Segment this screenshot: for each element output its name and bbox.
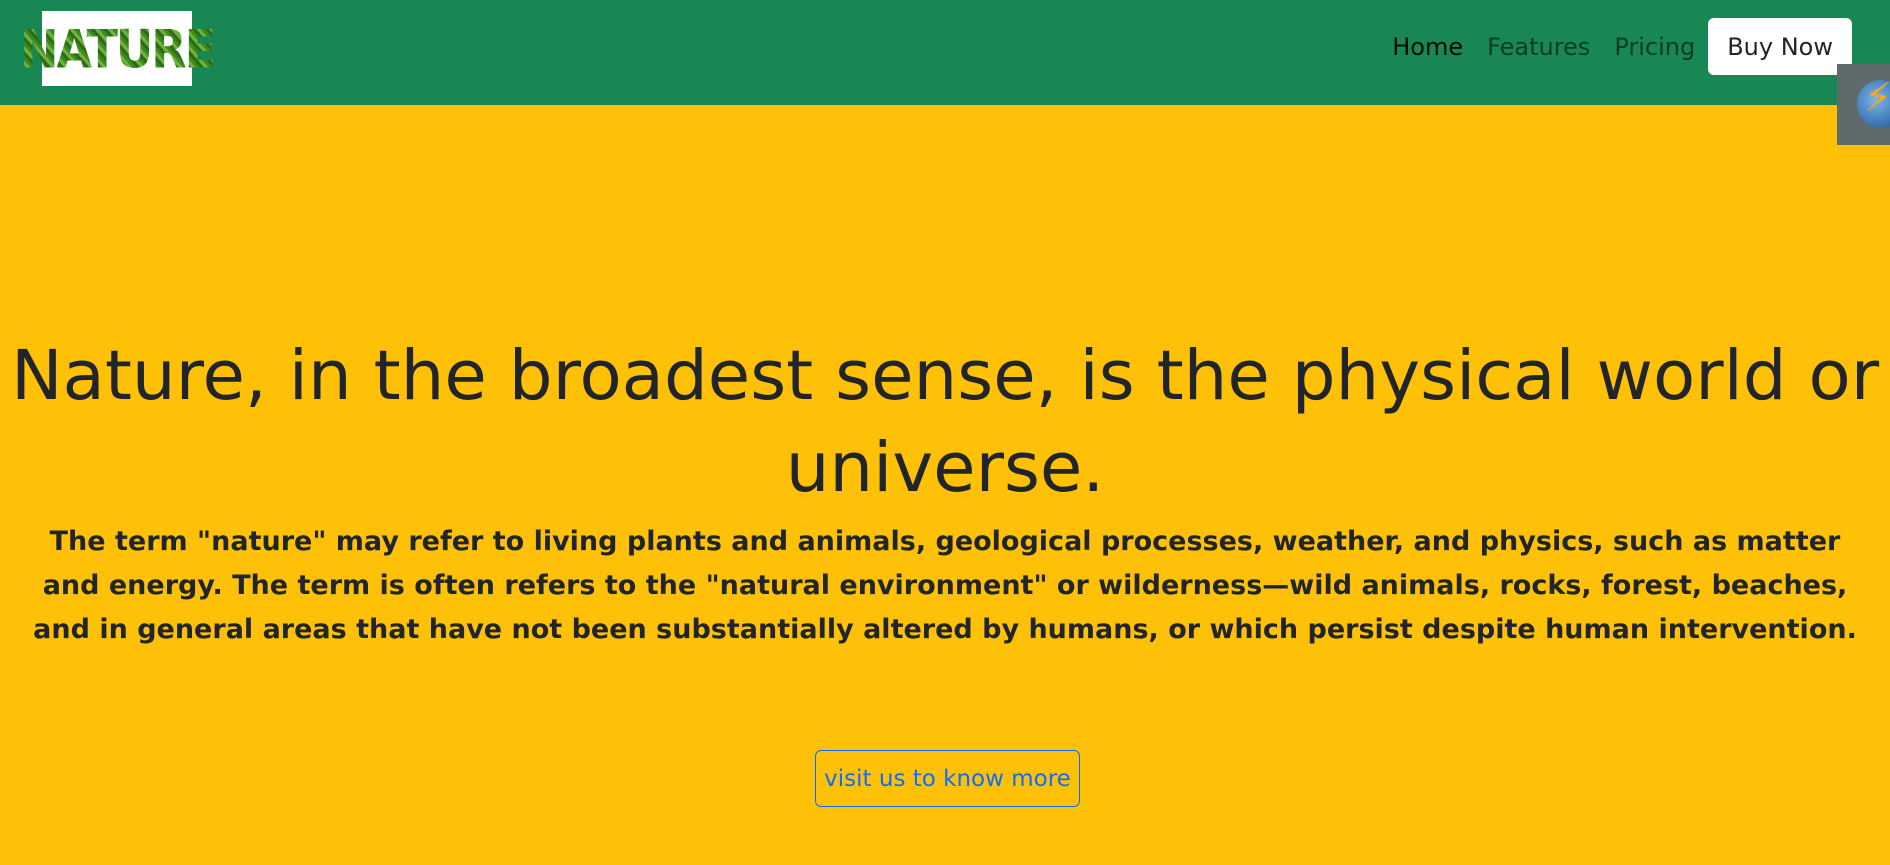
- lightning-icon: ⚡: [1864, 75, 1890, 121]
- hero-description: The term "nature" may refer to living pl…: [33, 526, 1857, 645]
- extension-widget[interactable]: ⚡: [1837, 64, 1890, 145]
- nav-link-features[interactable]: Features: [1475, 33, 1602, 61]
- nature-logo[interactable]: NATURE: [20, 11, 216, 86]
- nav-link-pricing[interactable]: Pricing: [1602, 33, 1707, 61]
- nav-link-home[interactable]: Home: [1380, 33, 1475, 61]
- visit-us-button[interactable]: visit us to know more: [815, 750, 1080, 807]
- hero-title: Nature, in the broadest sense, is the ph…: [10, 336, 1880, 508]
- logo-text: NATURE: [19, 17, 216, 80]
- buy-now-button[interactable]: Buy Now: [1708, 18, 1852, 75]
- navbar: NATURE Home Features Pricing Buy Now: [0, 0, 1890, 105]
- nav-links: Home Features Pricing Buy Now: [1380, 18, 1852, 75]
